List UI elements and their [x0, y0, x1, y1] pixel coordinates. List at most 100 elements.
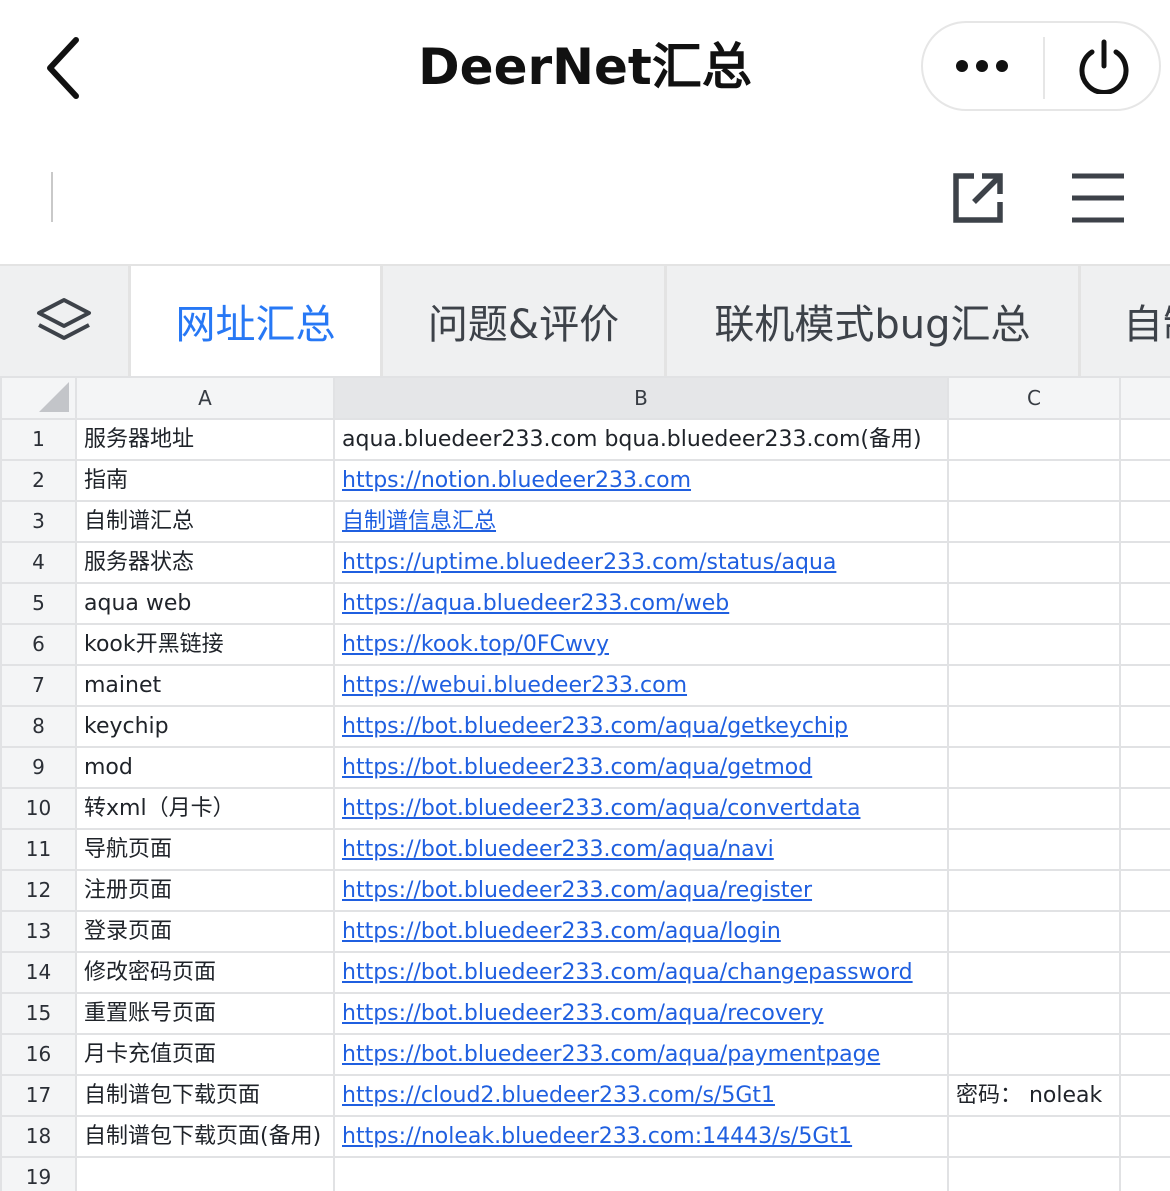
cell-a[interactable]: 修改密码页面 [75, 951, 335, 994]
cell-link[interactable]: https://bot.bluedeer233.com/aqua/navi [342, 837, 774, 862]
cell-link[interactable]: https://bot.bluedeer233.com/aqua/convert… [342, 796, 860, 821]
cell-a[interactable]: mainet [75, 664, 335, 707]
cell-d[interactable] [1119, 951, 1170, 994]
share-button[interactable] [942, 162, 1014, 234]
cell-b[interactable]: https://uptime.bluedeer233.com/status/aq… [333, 541, 949, 584]
cell-d[interactable] [1119, 664, 1170, 707]
cell-d[interactable] [1119, 1115, 1170, 1158]
cell-a[interactable]: 自制谱包下载页面 [75, 1074, 335, 1117]
cell-a[interactable]: 指南 [75, 459, 335, 502]
cell-d[interactable] [1119, 869, 1170, 912]
cell-c[interactable] [947, 951, 1121, 994]
cell-b[interactable]: https://bot.bluedeer233.com/aqua/navi [333, 828, 949, 871]
close-mini-program-button[interactable] [1045, 23, 1163, 109]
row-number[interactable]: 13 [0, 910, 77, 953]
cell-b[interactable]: https://noleak.bluedeer233.com:14443/s/5… [333, 1115, 949, 1158]
cell-b[interactable]: https://aqua.bluedeer233.com/web [333, 582, 949, 625]
cell-a[interactable]: 重置账号页面 [75, 992, 335, 1035]
tab-url-summary[interactable]: 网址汇总 [131, 266, 383, 376]
cell-c[interactable] [947, 500, 1121, 543]
cell-a[interactable]: 注册页面 [75, 869, 335, 912]
column-header-b[interactable]: B [333, 376, 949, 420]
cell-c[interactable] [947, 582, 1121, 625]
cell-link[interactable]: https://cloud2.bluedeer233.com/s/5Gt1 [342, 1083, 775, 1108]
cell-a[interactable]: aqua web [75, 582, 335, 625]
cell-b[interactable]: https://bot.bluedeer233.com/aqua/convert… [333, 787, 949, 830]
cell-c[interactable] [947, 705, 1121, 748]
back-button[interactable] [28, 28, 100, 108]
cell-link[interactable]: https://bot.bluedeer233.com/aqua/recover… [342, 1001, 823, 1026]
cell-a[interactable]: 自制谱汇总 [75, 500, 335, 543]
cell-c[interactable] [947, 746, 1121, 789]
cell-a[interactable]: 月卡充值页面 [75, 1033, 335, 1076]
row-number[interactable]: 6 [0, 623, 77, 666]
row-number[interactable]: 10 [0, 787, 77, 830]
cell-link[interactable]: https://notion.bluedeer233.com [342, 468, 691, 493]
cell-d[interactable] [1119, 500, 1170, 543]
row-number[interactable]: 9 [0, 746, 77, 789]
cell-link[interactable]: https://kook.top/0FCwvy [342, 632, 609, 657]
cell-b[interactable]: https://bot.bluedeer233.com/aqua/changep… [333, 951, 949, 994]
cell-link[interactable]: https://bot.bluedeer233.com/aqua/changep… [342, 960, 913, 985]
cell-a[interactable]: 转xml（月卡） [75, 787, 335, 830]
cell-c[interactable] [947, 869, 1121, 912]
cell-c[interactable] [947, 541, 1121, 584]
cell-d[interactable] [1119, 1074, 1170, 1117]
cell-a[interactable] [75, 1156, 335, 1191]
cell-b[interactable]: https://webui.bluedeer233.com [333, 664, 949, 707]
row-number[interactable]: 19 [0, 1156, 77, 1191]
cell-link[interactable]: 自制谱信息汇总 [342, 509, 496, 534]
row-number[interactable]: 7 [0, 664, 77, 707]
row-number[interactable]: 4 [0, 541, 77, 584]
cell-b[interactable]: https://bot.bluedeer233.com/aqua/login [333, 910, 949, 953]
cell-a[interactable]: mod [75, 746, 335, 789]
row-number[interactable]: 2 [0, 459, 77, 502]
row-number[interactable]: 16 [0, 1033, 77, 1076]
row-number[interactable]: 14 [0, 951, 77, 994]
cell-d[interactable] [1119, 910, 1170, 953]
cell-c[interactable]: 密码： noleak [947, 1074, 1121, 1117]
tab-online-mode-bugs[interactable]: 联机模式bug汇总 [667, 266, 1081, 376]
cell-c[interactable] [947, 664, 1121, 707]
cell-d[interactable] [1119, 1156, 1170, 1191]
row-number[interactable]: 5 [0, 582, 77, 625]
tab-custom-charts[interactable]: 自制 [1081, 266, 1170, 376]
cell-d[interactable] [1119, 623, 1170, 666]
cell-link[interactable]: https://bot.bluedeer233.com/aqua/registe… [342, 878, 812, 903]
cell-a[interactable]: 自制谱包下载页面(备用) [75, 1115, 335, 1158]
cell-b[interactable]: https://kook.top/0FCwvy [333, 623, 949, 666]
column-header-a[interactable]: A [75, 376, 335, 420]
cell-d[interactable] [1119, 992, 1170, 1035]
row-number[interactable]: 17 [0, 1074, 77, 1117]
cell-d[interactable] [1119, 746, 1170, 789]
cell-b[interactable]: https://bot.bluedeer233.com/aqua/payment… [333, 1033, 949, 1076]
cell-a[interactable]: 服务器状态 [75, 541, 335, 584]
cell-b[interactable] [333, 1156, 949, 1191]
column-header-c[interactable]: C [947, 376, 1121, 420]
cell-d[interactable] [1119, 541, 1170, 584]
cell-c[interactable] [947, 1115, 1121, 1158]
cell-d[interactable] [1119, 828, 1170, 871]
row-number[interactable]: 3 [0, 500, 77, 543]
cell-link[interactable]: https://aqua.bluedeer233.com/web [342, 591, 729, 616]
row-number[interactable]: 12 [0, 869, 77, 912]
cell-c[interactable] [947, 623, 1121, 666]
tab-issues-feedback[interactable]: 问题&评价 [383, 266, 667, 376]
cell-a[interactable]: kook开黑链接 [75, 623, 335, 666]
cell-c[interactable] [947, 459, 1121, 502]
cell-a[interactable]: keychip [75, 705, 335, 748]
cell-b[interactable]: https://cloud2.bluedeer233.com/s/5Gt1 [333, 1074, 949, 1117]
more-button[interactable] [923, 23, 1041, 109]
menu-button[interactable] [1062, 162, 1134, 234]
cell-b[interactable]: aqua.bluedeer233.com bqua.bluedeer233.co… [333, 418, 949, 461]
column-header-d[interactable] [1119, 376, 1170, 420]
cell-link[interactable]: https://noleak.bluedeer233.com:14443/s/5… [342, 1124, 852, 1149]
cell-link[interactable]: https://uptime.bluedeer233.com/status/aq… [342, 550, 836, 575]
cell-c[interactable] [947, 910, 1121, 953]
row-number[interactable]: 15 [0, 992, 77, 1035]
cell-d[interactable] [1119, 1033, 1170, 1076]
select-all-corner[interactable] [0, 376, 77, 420]
cell-d[interactable] [1119, 459, 1170, 502]
cell-c[interactable] [947, 1156, 1121, 1191]
row-number[interactable]: 18 [0, 1115, 77, 1158]
